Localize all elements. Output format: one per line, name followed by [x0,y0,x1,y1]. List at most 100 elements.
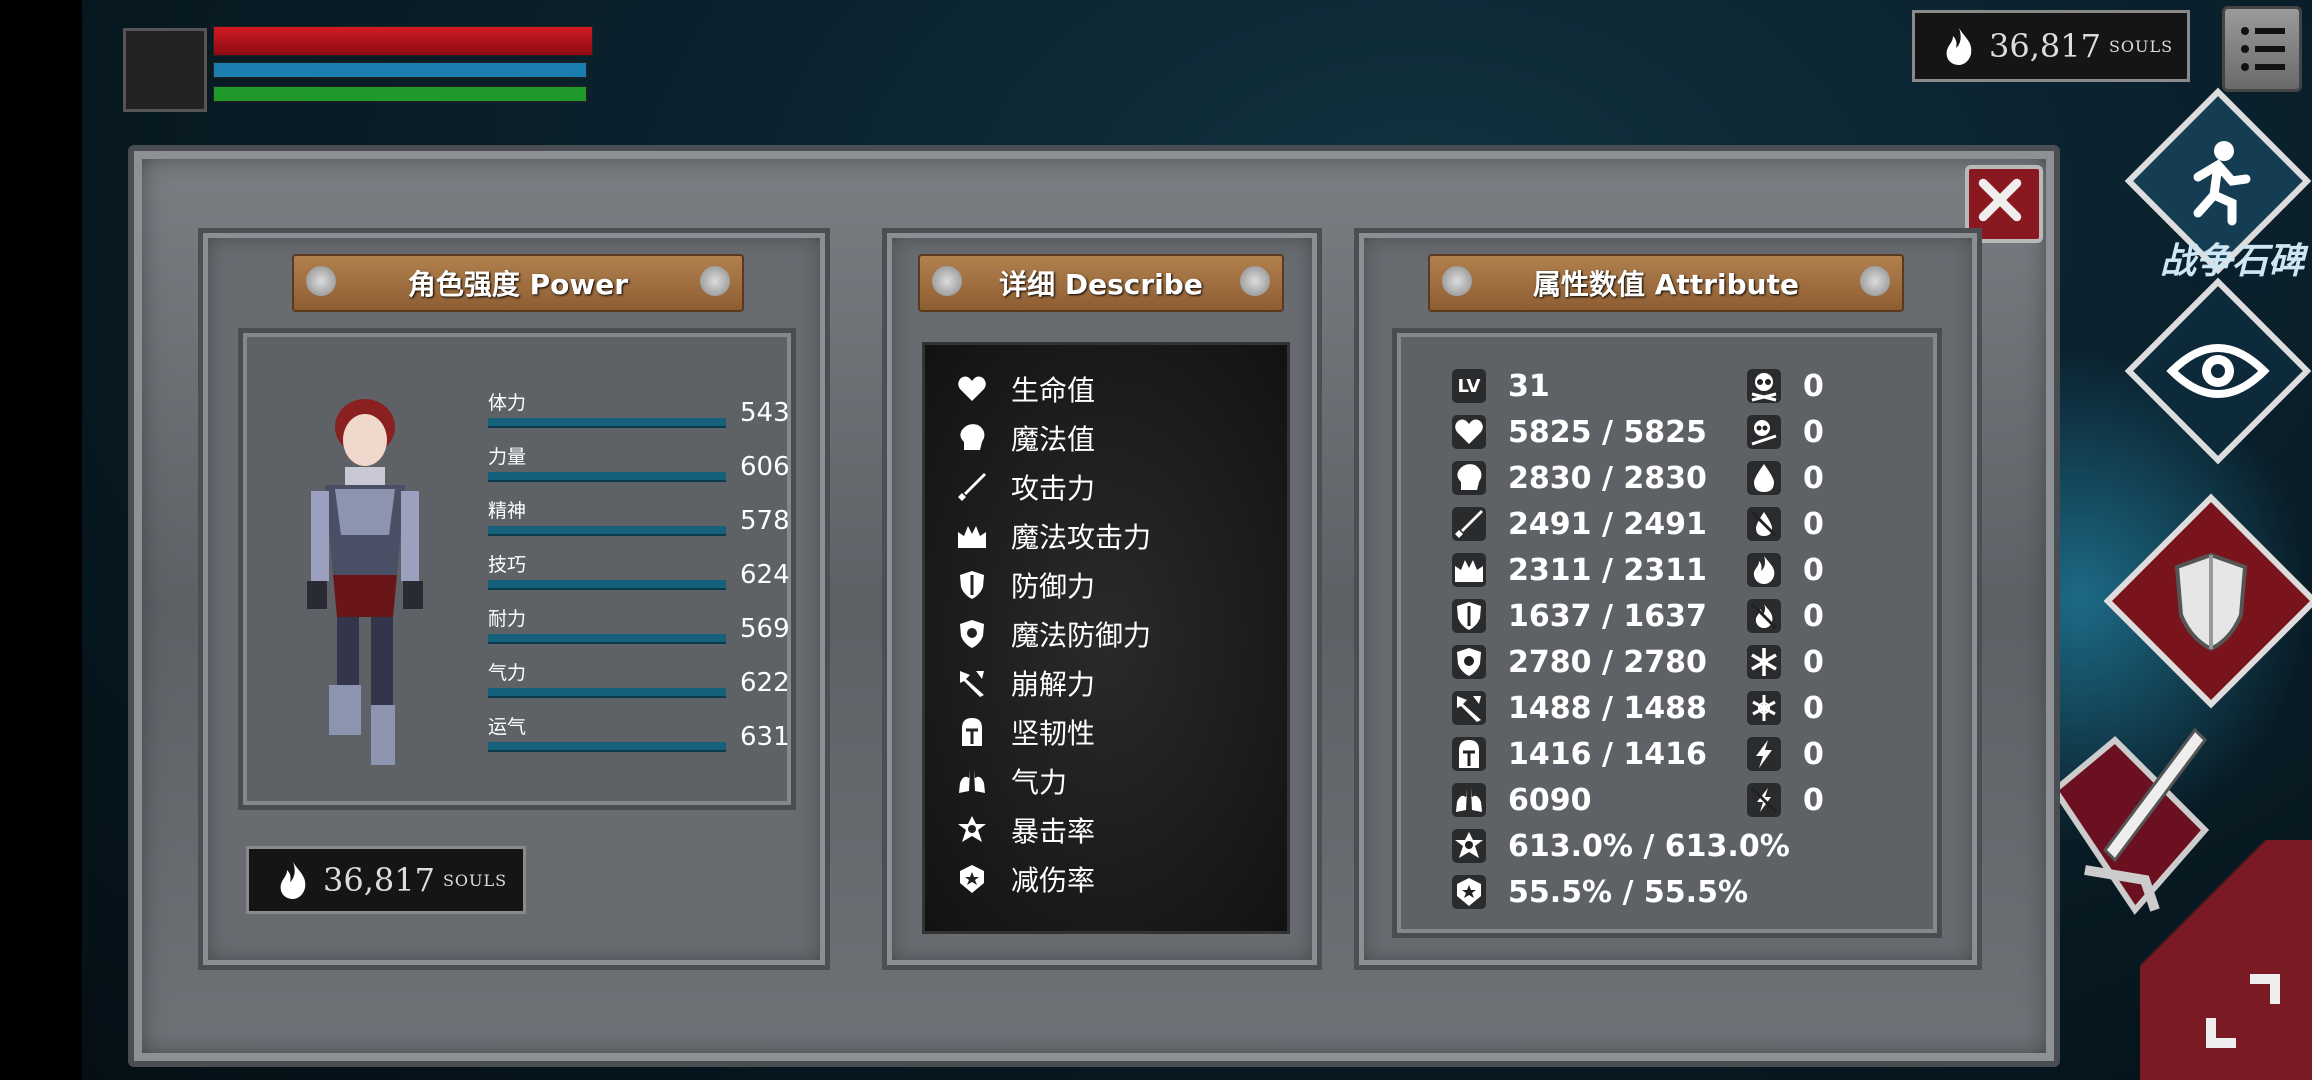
stat-value: 543 [740,398,790,428]
attr-value: 0 [1803,552,1824,588]
attr-value: 613.0% / 613.0% [1508,828,1790,864]
attr-poison-resist: 0 [1747,412,1824,452]
attr-value: 0 [1803,368,1824,404]
attr-critical: 613.0% / 613.0% [1452,826,1790,866]
player-portrait[interactable] [123,28,207,112]
break-icon [955,666,989,700]
shield-icon [2174,552,2248,652]
stat-row-spirit: 精神 578 [488,496,790,550]
stat-row-strength: 力量 606 [488,442,790,496]
attr-value: 2780 / 2780 [1508,644,1707,680]
attribute-title-text: 属性数值 Attribute [1533,268,1799,301]
attr-magic-defense: 2780 / 2780 [1452,642,1707,682]
attr-fire: 0 [1747,550,1824,590]
flame-icon [280,862,306,899]
heart-icon [955,372,989,406]
magic-shield-icon [1452,645,1486,679]
souls-value: 36,817 [1989,27,2101,65]
souls-label: SOULS [442,870,508,890]
frost-resist-icon [1747,691,1781,725]
break-icon [1452,691,1486,725]
sword-icon [1452,507,1486,541]
describe-row-magic-attack: 魔法攻击力 [955,516,1151,556]
bolt-icon [700,266,730,296]
badge-icon [1452,875,1486,909]
attr-value: 31 [1508,368,1550,404]
attr-value: 2491 / 2491 [1508,506,1707,542]
describe-row-mana: 魔法值 [955,418,1095,458]
describe-title-text: 详细 Describe [999,268,1203,301]
star-icon [1452,829,1486,863]
stamina-bar [213,86,587,102]
fire-resist-icon [1747,599,1781,633]
magic-shield-icon [955,617,989,651]
attr-magic-attack: 2311 / 2311 [1452,550,1707,590]
describe-label: 生命值 [1011,374,1096,407]
expand-icon [2206,974,2280,1048]
attribute-title: 属性数值 Attribute [1428,254,1904,312]
stat-bar [488,472,726,482]
heart-icon [1452,415,1486,449]
attr-damage-reduction: 55.5% / 55.5% [1452,872,1748,912]
attr-value: 1488 / 1488 [1508,690,1707,726]
attr-attack: 2491 / 2491 [1452,504,1707,544]
fire-icon [1747,553,1781,587]
shield-icon [955,568,989,602]
lightning-icon [1747,737,1781,771]
describe-label: 防御力 [1011,570,1096,603]
stat-row-skill: 技巧 624 [488,550,790,604]
mind-icon [1452,461,1486,495]
attr-value: 0 [1803,644,1824,680]
stat-value: 622 [740,668,790,698]
attr-value: 0 [1803,414,1824,450]
shield-icon [1452,599,1486,633]
attr-stamina: 6090 [1452,780,1592,820]
describe-row-magic-defense: 魔法防御力 [955,614,1151,654]
list-icon [2241,27,2285,71]
character-model[interactable] [285,385,445,780]
attr-defense: 1637 / 1637 [1452,596,1707,636]
expand-button[interactable] [2200,968,2286,1054]
stat-bar [488,634,726,644]
star-icon [955,813,989,847]
stat-name: 体力 [488,392,527,414]
helmet-icon [955,715,989,749]
mind-icon [955,421,989,455]
stat-bar [488,742,726,752]
menu-button[interactable] [2222,6,2302,92]
badge-icon [955,862,989,896]
attr-value: 2311 / 2311 [1508,552,1707,588]
describe-label: 减伤率 [1011,864,1096,897]
attr-value: 6090 [1508,782,1592,818]
souls-value: 36,817 [323,861,435,899]
lungs-icon [1452,783,1486,817]
stat-name: 力量 [488,446,527,468]
describe-row-attack: 攻击力 [955,467,1095,507]
flame-icon [1946,28,1972,65]
drop-resist-icon [1747,507,1781,541]
sword-icon [955,470,989,504]
stat-value: 578 [740,506,790,536]
stat-bar [488,526,726,536]
stat-name: 运气 [488,716,527,738]
stat-bar [488,688,726,698]
bolt-icon [1860,266,1890,296]
stat-value: 569 [740,614,790,644]
sword-attack-icon [2051,727,2210,915]
attr-lightning: 0 [1747,734,1824,774]
attack-button[interactable] [2045,710,2215,940]
stat-bar [488,418,726,428]
magic-attack-icon [955,519,989,553]
attr-poison: 0 [1747,366,1824,406]
describe-row-stamina: 气力 [955,761,1067,801]
attr-value: 1416 / 1416 [1508,736,1707,772]
close-icon [1978,178,2022,222]
stat-name: 气力 [488,662,527,684]
stat-name: 技巧 [488,554,527,576]
attr-health: 5825 / 5825 [1452,412,1707,452]
attr-bleed-resist: 0 [1747,504,1824,544]
stat-row-vitality: 体力 543 [488,388,790,442]
eye-icon [2166,344,2270,398]
power-title: 角色强度 Power [292,254,744,312]
attr-value: 0 [1803,598,1824,634]
